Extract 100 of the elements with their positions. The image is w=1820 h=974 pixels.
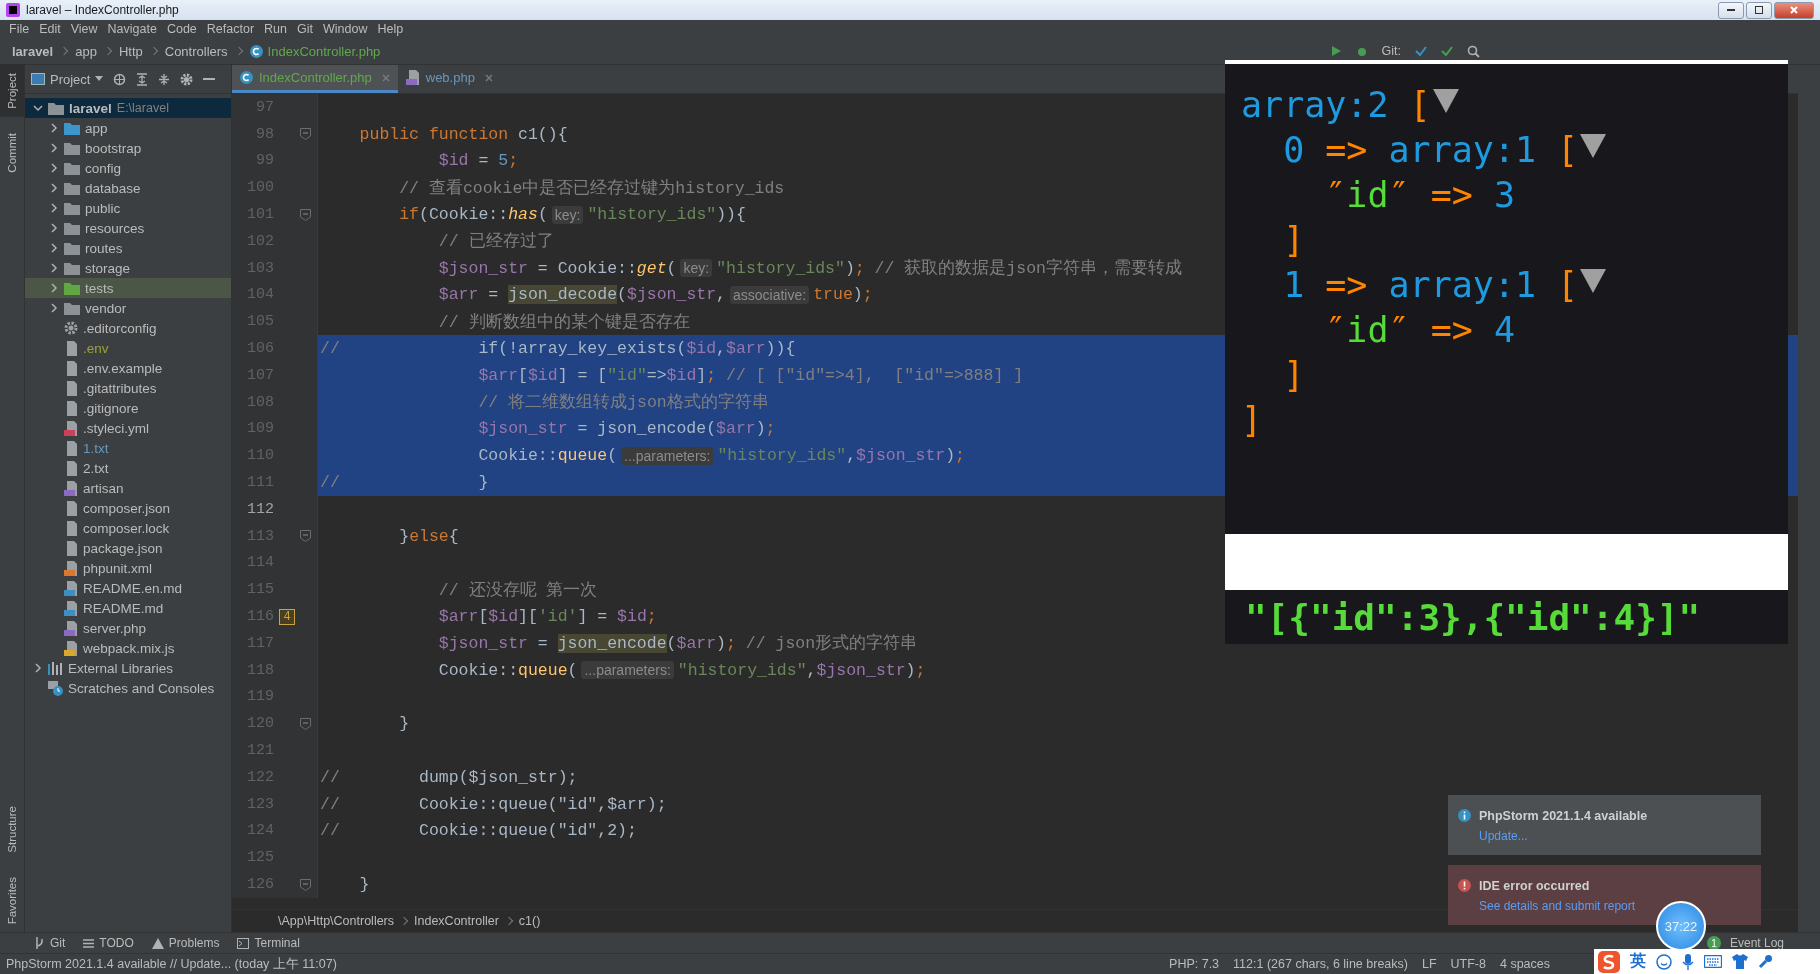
- tool-window-button[interactable]: Commit: [0, 124, 24, 181]
- breadcrumb-item[interactable]: Http: [118, 43, 143, 59]
- tool-window-button[interactable]: Terminal: [231, 936, 306, 950]
- folder-icon: [64, 261, 80, 275]
- tree-item[interactable]: .env.example: [25, 358, 231, 378]
- tree-item[interactable]: composer.json: [25, 498, 231, 518]
- microphone-icon[interactable]: [1682, 953, 1694, 970]
- tool-window-button[interactable]: Structure: [0, 798, 24, 861]
- close-button[interactable]: [1774, 1, 1814, 19]
- triangle-icon[interactable]: [1432, 88, 1459, 113]
- menu-item[interactable]: Refactor: [201, 22, 260, 36]
- status-message[interactable]: PhpStorm 2021.1.4 available // Update... (today 上午 11:07): [6, 955, 337, 973]
- tree-item[interactable]: composer.lock: [25, 518, 231, 538]
- tree-item-label[interactable]: laravel: [69, 100, 112, 116]
- crosshair-icon[interactable]: [113, 72, 127, 86]
- collapse-all-icon[interactable]: [158, 72, 171, 86]
- tool-window-button[interactable]: Project: [0, 65, 24, 117]
- file-icon: [64, 460, 78, 476]
- notification-link[interactable]: Update...: [1479, 829, 1648, 843]
- tree-item[interactable]: 2.txt: [25, 458, 231, 478]
- menu-item[interactable]: Help: [372, 22, 409, 36]
- fold-marker-icon[interactable]: [300, 128, 311, 141]
- chevron-icon[interactable]: [33, 663, 43, 673]
- input-method-logo-icon[interactable]: [1598, 950, 1620, 973]
- settings-icon[interactable]: [180, 72, 194, 86]
- tree-item[interactable]: .gitattributes: [25, 378, 231, 398]
- fold-marker-icon[interactable]: [300, 208, 311, 221]
- close-icon[interactable]: [484, 73, 493, 82]
- notification-link[interactable]: See details and submit report: [1479, 899, 1636, 913]
- breadcrumb-item[interactable]: app: [75, 43, 97, 59]
- tree-item[interactable]: app: [25, 118, 231, 138]
- tree-item[interactable]: package.json: [25, 538, 231, 558]
- expand-all-icon[interactable]: [136, 72, 149, 86]
- menu-item[interactable]: Code: [161, 22, 202, 36]
- menu-item[interactable]: Window: [318, 22, 373, 36]
- file-icon: [64, 500, 78, 516]
- keyboard-icon[interactable]: [1704, 955, 1722, 968]
- run-icon[interactable]: [1329, 45, 1342, 57]
- panel-title-dropdown[interactable]: Project: [50, 71, 91, 87]
- maximize-button[interactable]: [1746, 1, 1772, 19]
- caret-icon[interactable]: [95, 76, 104, 82]
- menu-item[interactable]: File: [4, 22, 35, 36]
- tree-item[interactable]: Scratches and Consoles: [25, 678, 231, 698]
- tree-item[interactable]: .gitignore: [25, 398, 231, 418]
- tree-item[interactable]: public: [25, 198, 231, 218]
- tree-item[interactable]: README.en.md: [25, 578, 231, 598]
- minimize-button[interactable]: [1718, 1, 1744, 19]
- tool-window-button[interactable]: Git: [28, 936, 72, 950]
- triangle-icon[interactable]: [1580, 268, 1607, 293]
- tree-item[interactable]: routes: [25, 238, 231, 258]
- checkmark-icon[interactable]: [1415, 45, 1427, 57]
- tree-item[interactable]: server.php: [25, 618, 231, 638]
- breadcrumb-item[interactable]: IndexController.php: [267, 43, 381, 59]
- breadcrumb-item[interactable]: IndexController: [414, 914, 499, 928]
- breadcrumb-item[interactable]: c1(): [518, 914, 541, 928]
- input-mode-toggle[interactable]: 英: [1630, 951, 1646, 972]
- triangle-icon[interactable]: [1580, 133, 1607, 158]
- tree-item[interactable]: .env: [25, 338, 231, 358]
- tree-item[interactable]: tests: [25, 278, 231, 298]
- tree-item[interactable]: storage: [25, 258, 231, 278]
- tree-item[interactable]: README.md: [25, 598, 231, 618]
- breadcrumb-item[interactable]: Controllers: [164, 43, 228, 59]
- status-item[interactable]: PHP: 7.3: [1169, 957, 1220, 971]
- tool-window-button[interactable]: Problems: [145, 936, 226, 950]
- tree-item[interactable]: artisan: [25, 478, 231, 498]
- status-item[interactable]: LF: [1421, 957, 1437, 971]
- tree-item[interactable]: vendor: [25, 298, 231, 318]
- tree-item[interactable]: resources: [25, 218, 231, 238]
- checkmark-icon[interactable]: [1441, 45, 1453, 57]
- file-icon: [64, 360, 78, 376]
- tree-item[interactable]: .styleci.yml: [25, 418, 231, 438]
- fold-marker-icon[interactable]: [300, 878, 311, 891]
- tool-window-button[interactable]: Favorites: [0, 868, 24, 932]
- shirt-icon[interactable]: [1732, 954, 1748, 969]
- tree-item[interactable]: 1.txt: [25, 438, 231, 458]
- status-item[interactable]: UTF-8: [1450, 957, 1486, 971]
- breadcrumb-item[interactable]: laravel: [12, 43, 54, 59]
- editor-tab[interactable]: web.php: [397, 65, 501, 93]
- tree-item[interactable]: .editorconfig: [25, 318, 231, 338]
- menu-item[interactable]: Navigate: [102, 22, 162, 36]
- menu-item[interactable]: View: [65, 22, 103, 36]
- tree-item[interactable]: webpack.mix.js: [25, 638, 231, 658]
- menu-item[interactable]: Edit: [34, 22, 66, 36]
- status-item[interactable]: 112:1 (267 chars, 6 line breaks): [1233, 957, 1408, 971]
- tree-item[interactable]: config: [25, 158, 231, 178]
- minimize-icon[interactable]: [203, 77, 216, 81]
- status-item[interactable]: 4 spaces: [1499, 957, 1550, 971]
- menu-item[interactable]: Git: [292, 22, 318, 36]
- tree-item[interactable]: bootstrap: [25, 138, 231, 158]
- tool-window-button[interactable]: TODO: [77, 936, 140, 950]
- tree-item[interactable]: External Libraries: [25, 658, 231, 678]
- tree-item[interactable]: phpunit.xml: [25, 558, 231, 578]
- search-icon[interactable]: [1467, 44, 1480, 58]
- code-line: // 还没存呢 第一次: [437, 579, 598, 601]
- fold-marker-icon[interactable]: [300, 717, 311, 730]
- breadcrumb-item[interactable]: \App\Http\Controllers: [278, 914, 395, 928]
- fold-marker-icon[interactable]: [300, 530, 311, 543]
- tree-item[interactable]: database: [25, 178, 231, 198]
- smiley-icon[interactable]: [1656, 953, 1672, 970]
- menu-item[interactable]: Run: [259, 22, 292, 36]
